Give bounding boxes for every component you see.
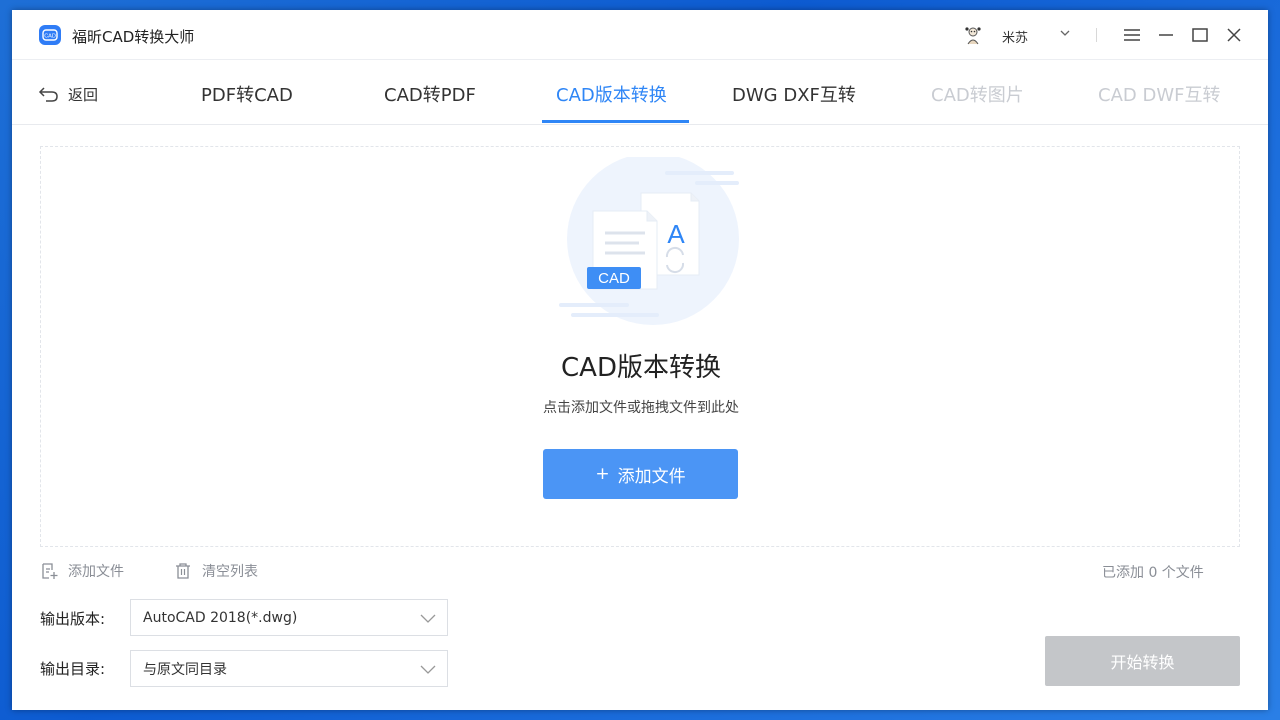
tab-cad-to-pdf[interactable]: CAD转PDF	[384, 81, 476, 107]
output-dir-value: 与原文同目录	[143, 661, 227, 678]
minimize-icon[interactable]	[1156, 25, 1176, 45]
file-count: 已添加 0 个文件	[1102, 565, 1204, 581]
app-title: 福昕CAD转换大师	[72, 28, 195, 46]
output-version-label: 输出版本:	[40, 610, 106, 628]
title-separator	[1096, 28, 1097, 42]
add-file-button[interactable]: + 添加文件	[543, 449, 738, 499]
user-name[interactable]: 米苏	[1002, 27, 1028, 46]
menu-icon[interactable]	[1122, 25, 1142, 45]
tab-cad-dwf-convert[interactable]: CAD DWF互转	[1098, 81, 1220, 107]
output-version-select[interactable]: AutoCAD 2018(*.dwg)	[130, 599, 448, 636]
active-tab-indicator	[542, 120, 689, 123]
function-nav: 返回 PDF转CAD CAD转PDF CAD版本转换 DWG DXF互转 CAD…	[12, 61, 1268, 125]
app-window: CAD 福昕CAD转换大师 米苏 返回 PDF转CAD CAD转PDF CAD版…	[12, 10, 1268, 710]
maximize-icon[interactable]	[1190, 25, 1210, 45]
dropzone-subtitle: 点击添加文件或拖拽文件到此处	[543, 400, 739, 416]
svg-text:CAD: CAD	[44, 34, 56, 40]
back-button[interactable]: 返回	[38, 83, 98, 105]
app-logo-icon: CAD	[39, 25, 61, 45]
tab-cad-version-convert[interactable]: CAD版本转换	[556, 81, 667, 107]
back-arrow-icon	[38, 87, 58, 102]
tab-pdf-to-cad[interactable]: PDF转CAD	[201, 81, 293, 107]
file-drop-zone[interactable]: A CAD CAD版本转换 点击添加文件或拖拽文件到此处 + 添加文件	[40, 146, 1240, 547]
user-dropdown-chevron-down-icon[interactable]	[1058, 25, 1072, 39]
tab-dwg-dxf-convert[interactable]: DWG DXF互转	[732, 81, 856, 107]
start-convert-button[interactable]: 开始转换	[1045, 636, 1240, 686]
plus-icon: +	[595, 464, 610, 484]
tab-cad-to-image[interactable]: CAD转图片	[931, 81, 1024, 107]
clear-list-button[interactable]: 清空列表	[174, 561, 258, 581]
add-file-icon	[42, 563, 58, 579]
cad-document-illustration: A CAD	[547, 153, 747, 327]
chevron-down-icon	[420, 614, 436, 623]
add-file-button-label: 添加文件	[617, 466, 686, 487]
output-dir-label: 输出目录:	[40, 660, 106, 678]
cad-badge: CAD	[598, 270, 630, 287]
toolbar-add-file-label: 添加文件	[68, 564, 124, 580]
chevron-down-icon	[420, 665, 436, 674]
toolbar-add-file-button[interactable]: 添加文件	[40, 561, 124, 581]
output-dir-select[interactable]: 与原文同目录	[130, 650, 448, 687]
user-avatar-icon[interactable]	[962, 24, 984, 46]
title-bar: CAD 福昕CAD转换大师 米苏	[12, 10, 1268, 60]
dropzone-title: CAD版本转换	[561, 353, 721, 383]
output-version-value: AutoCAD 2018(*.dwg)	[143, 609, 298, 626]
trash-icon	[176, 563, 190, 579]
back-label: 返回	[68, 85, 99, 104]
close-icon[interactable]	[1224, 25, 1244, 45]
doc-letter: A	[667, 219, 685, 249]
clear-list-label: 清空列表	[202, 564, 258, 580]
